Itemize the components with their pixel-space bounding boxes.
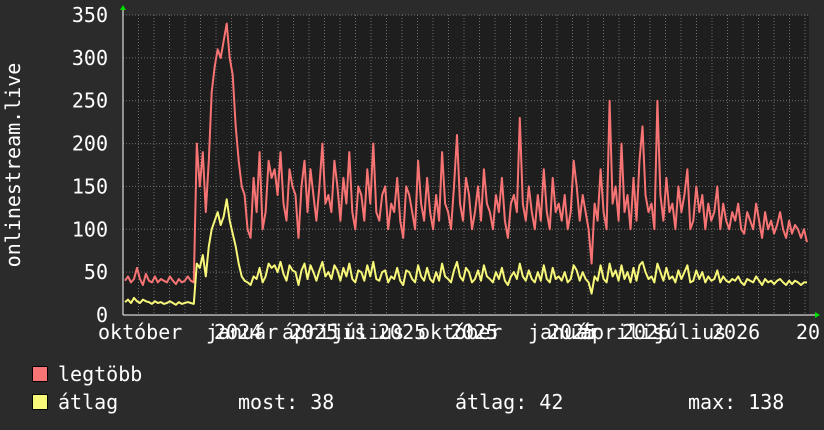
y-tick-label: 50 xyxy=(84,260,108,284)
legend-row-atlag: átlag most: 38 átlag: 42 max: 138 xyxy=(0,389,824,415)
legend-row-legtobb: legtöbb xyxy=(0,361,824,387)
x-tick-label: 20 xyxy=(796,320,820,344)
y-tick-label: 300 xyxy=(72,46,108,70)
x-tick-labels: október január2024 április2025július2025ok… xyxy=(98,320,820,344)
line-chart: 050100150200250300350 október január2024 á… xyxy=(1,3,820,344)
x-tick-label: 2025 xyxy=(290,320,338,344)
y-axis-arrow xyxy=(120,5,126,10)
stat-atlag: átlag: 42 xyxy=(455,390,564,414)
y-tick-label: 100 xyxy=(72,217,108,241)
legend-label-legtobb: legtöbb xyxy=(58,362,143,386)
x-tick-label: október xyxy=(98,320,182,344)
y-tick-label: 150 xyxy=(72,174,108,198)
x-axis-arrow xyxy=(815,312,820,318)
y-tick-label: 200 xyxy=(72,132,108,156)
y-tick-label: 350 xyxy=(72,3,108,27)
x-tick-label: 2025 xyxy=(450,320,498,344)
legend-swatch-atlag xyxy=(32,394,48,410)
legend-label-atlag: átlag xyxy=(58,390,119,414)
y-axis-label: onlinestream.live xyxy=(1,63,25,268)
x-tick-label: 2024 xyxy=(214,320,262,344)
x-tick-label: 2026 xyxy=(712,320,760,344)
stat-max: max: 138 xyxy=(688,390,785,414)
y-tick-label: 250 xyxy=(72,89,108,113)
y-tick-labels: 050100150200250300350 xyxy=(72,3,108,327)
legend-swatch-legtobb xyxy=(32,366,48,382)
stat-most: most: 38 xyxy=(238,390,335,414)
